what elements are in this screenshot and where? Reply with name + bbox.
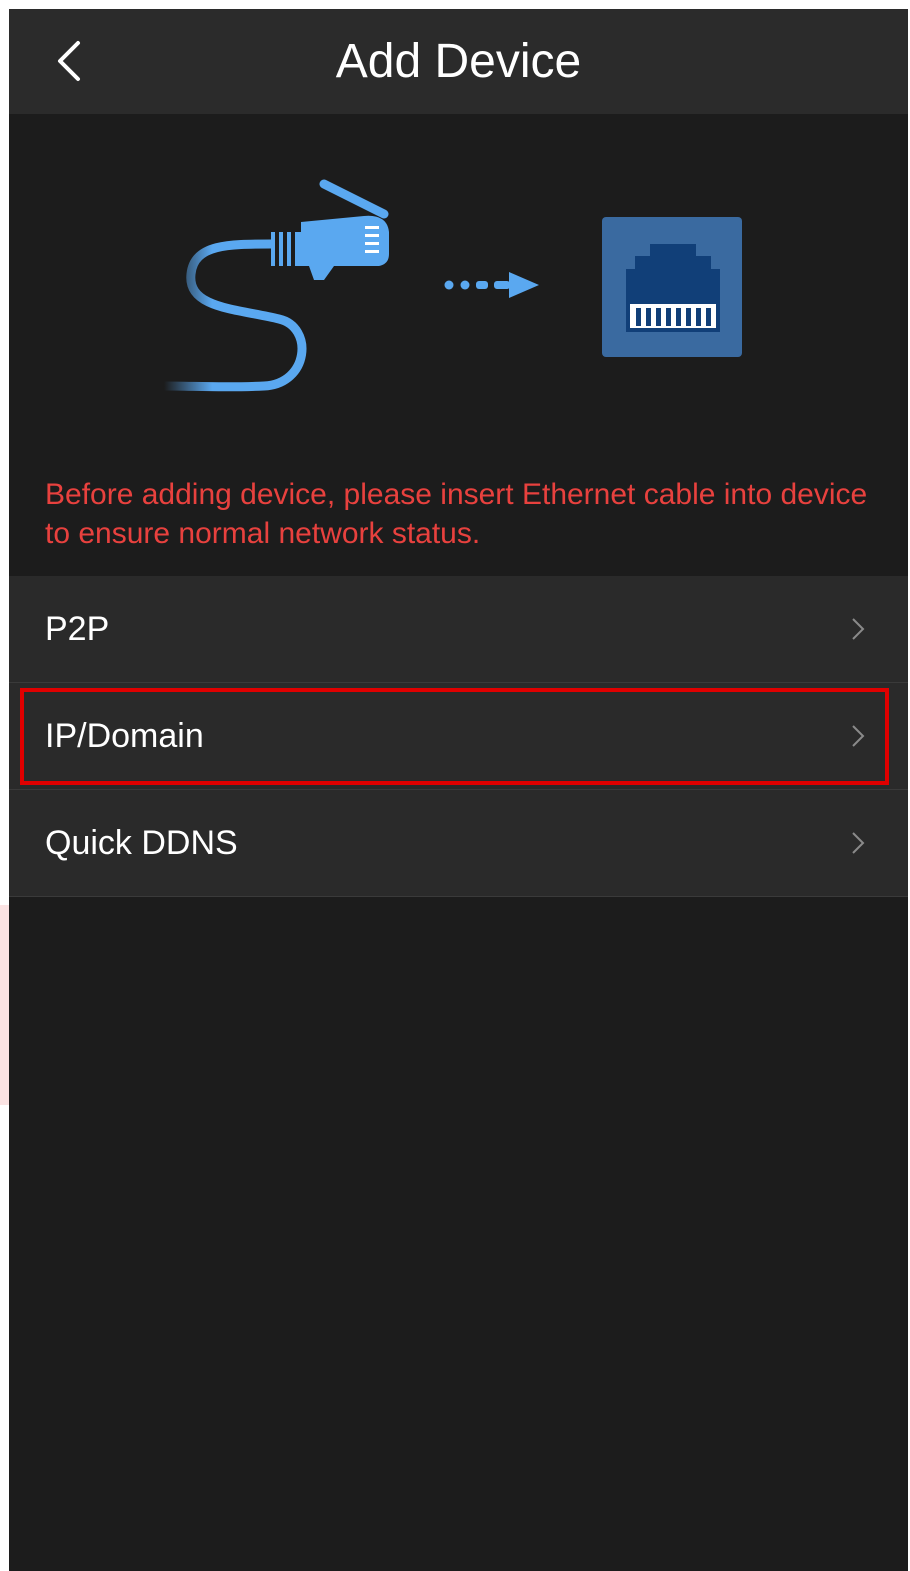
chevron-right-icon [852,618,865,640]
menu-item-label: IP/Domain [45,716,204,755]
page-title: Add Device [335,35,582,88]
menu-item-label: Quick DDNS [45,823,238,862]
dotted-arrow-icon [444,272,539,298]
ethernet-notice: Before adding device, please insert Ethe… [45,478,868,550]
ethernet-illustration [159,179,742,392]
add-method-list: P2P IP/Domain Quick DDNS [9,576,908,897]
app-screen: Add Device Before adding device, please … [9,9,908,1571]
header-bar: Add Device [9,9,908,114]
chevron-right-icon [852,725,865,747]
left-edge-strip [0,905,9,1105]
menu-item-p2p[interactable]: P2P [9,576,908,683]
chevron-right-icon [852,832,865,854]
ethernet-port-icon [602,217,742,357]
menu-item-ip-domain[interactable]: IP/Domain [9,683,908,790]
menu-item-label: P2P [45,609,110,648]
menu-item-quick-ddns[interactable]: Quick DDNS [9,790,908,897]
ethernet-cable-icon [159,179,389,392]
